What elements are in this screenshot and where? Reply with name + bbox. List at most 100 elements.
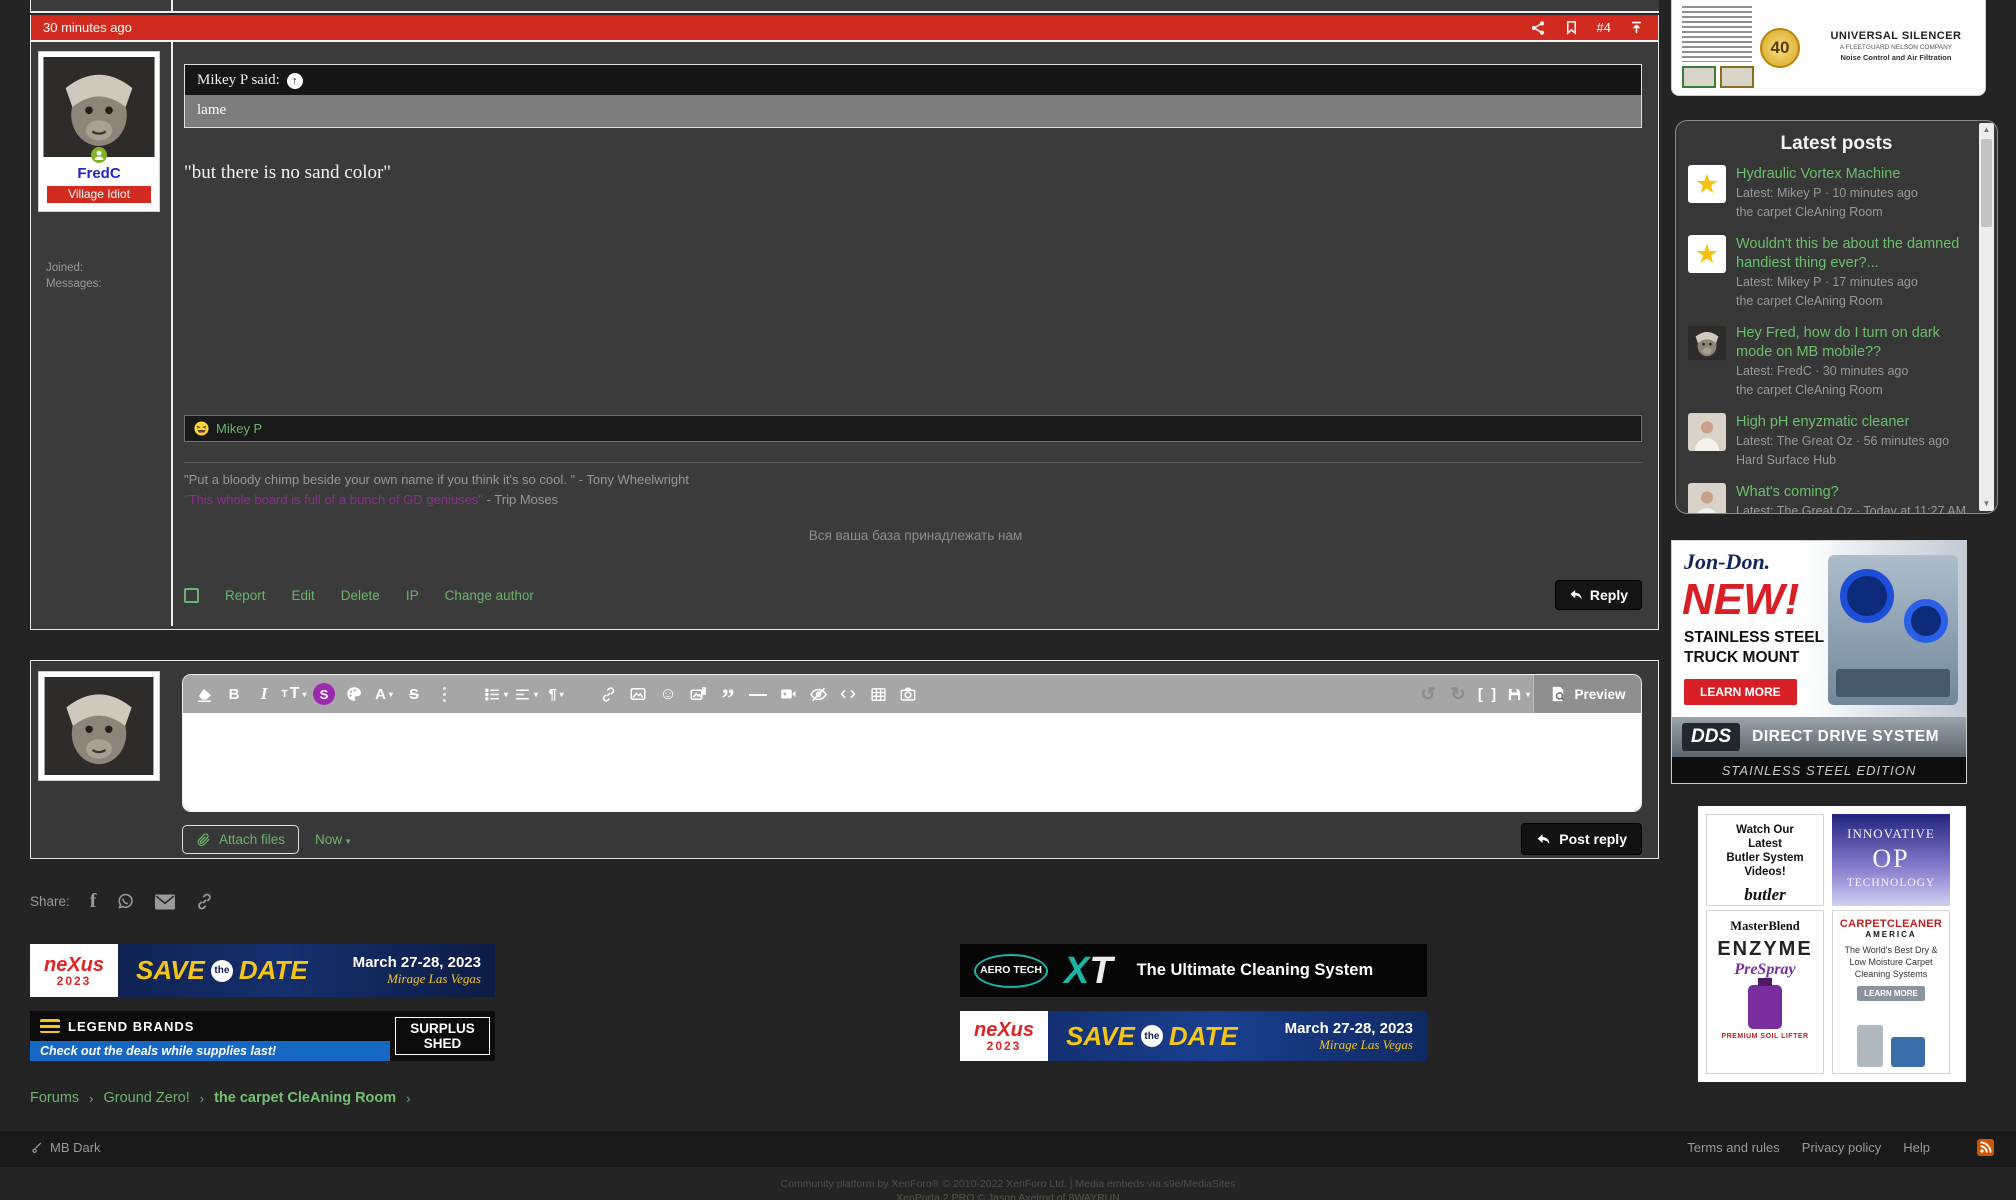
- insert-media-icon[interactable]: [683, 679, 713, 709]
- insert-emoji-icon[interactable]: ☺: [653, 679, 683, 709]
- bold-icon[interactable]: B: [219, 679, 249, 709]
- thread-link[interactable]: Hydraulic Vortex Machine: [1736, 165, 1918, 184]
- media-embed-icon[interactable]: [773, 679, 803, 709]
- alignment-icon[interactable]: ▾: [511, 679, 541, 709]
- laugh-reaction-icon: [194, 421, 209, 436]
- drafts-icon[interactable]: ▾: [1503, 679, 1533, 709]
- thread-link[interactable]: Hey Fred, how do I turn on dark mode on …: [1736, 324, 1971, 362]
- reply-icon: [1569, 588, 1583, 602]
- thread-link[interactable]: Wouldn't this be about the damned handie…: [1736, 235, 1971, 273]
- insert-link-icon[interactable]: [593, 679, 623, 709]
- sticky-star-icon: ★: [1688, 165, 1726, 203]
- undo-icon[interactable]: ↺: [1413, 679, 1443, 709]
- text-size-icon[interactable]: TT▾: [279, 679, 309, 709]
- insert-image-icon[interactable]: [623, 679, 653, 709]
- style-chooser[interactable]: MB Dark: [30, 1140, 101, 1155]
- post-footer-note: Вся ваша база принадлежать нам: [173, 528, 1658, 543]
- quote-attribution: Mikey P said:: [197, 72, 280, 89]
- text-color-icon[interactable]: [339, 679, 369, 709]
- breadcrumb-ground-zero[interactable]: Ground Zero!: [104, 1090, 190, 1106]
- learn-more-button[interactable]: LEARN MORE: [1684, 679, 1797, 705]
- editor-input[interactable]: [183, 713, 1641, 811]
- ad-universal-silencer[interactable]: 40 UNIVERSAL SILENCER A FLEETGUARD NELSO…: [1671, 0, 1986, 96]
- latest-posts-scrollbar[interactable]: ▲ ▼: [1979, 123, 1994, 511]
- signature-link[interactable]: "This whole board is full of a bunch of …: [184, 492, 483, 507]
- learn-more-button[interactable]: LEARN MORE: [1857, 986, 1925, 1001]
- breadcrumb-current-forum[interactable]: the carpet CleAning Room: [214, 1090, 396, 1106]
- camera-icon[interactable]: [893, 679, 923, 709]
- report-link[interactable]: Report: [225, 588, 266, 603]
- ad-jondon-truck-mount[interactable]: Jon-Don. NEW! STAINLESS STEEL TRUCK MOUN…: [1671, 540, 1967, 784]
- signature-line-1: "Put a bloody chimp beside your own name…: [184, 470, 1642, 490]
- redo-icon[interactable]: ↻: [1443, 679, 1473, 709]
- link-icon[interactable]: [195, 892, 214, 911]
- edit-link[interactable]: Edit: [292, 588, 315, 603]
- paragraph-format-icon[interactable]: ¶▾: [541, 679, 571, 709]
- current-user-avatar[interactable]: [43, 677, 155, 775]
- more-options-icon[interactable]: [429, 679, 459, 709]
- chevron-right-icon: ›: [200, 1091, 204, 1106]
- ad-carpet-cleaner-america[interactable]: CARPETCLEANER AMERICA The World's Best D…: [1832, 910, 1950, 1074]
- breadcrumb: Forums › Ground Zero! › the carpet CleAn…: [30, 1090, 411, 1106]
- preview-button[interactable]: Preview: [1533, 675, 1641, 713]
- pin-top-icon[interactable]: [1629, 20, 1644, 35]
- horizontal-rule-icon[interactable]: —: [743, 679, 773, 709]
- ad-nexus-save-the-date-2[interactable]: neXus2023 SAVEtheDATE March 27-28, 2023M…: [960, 1011, 1427, 1061]
- spoiler-icon[interactable]: [803, 679, 833, 709]
- font-family-icon[interactable]: A▾: [369, 679, 399, 709]
- joined-label: Joined:: [46, 260, 102, 276]
- reaction-user[interactable]: Mikey P: [216, 421, 262, 436]
- post-header: 30 minutes ago #4: [31, 15, 1658, 42]
- scrollbar-thumb[interactable]: [1981, 139, 1992, 227]
- special-style-icon[interactable]: S: [309, 679, 339, 709]
- remove-format-icon[interactable]: [189, 679, 219, 709]
- email-icon[interactable]: [155, 894, 175, 910]
- post-content: Mikey P said: ↑ lame "but there is no sa…: [171, 42, 1658, 626]
- post-reply-button[interactable]: Post reply: [1521, 823, 1642, 855]
- insert-quote-icon[interactable]: ”: [713, 679, 743, 709]
- insert-table-icon[interactable]: [863, 679, 893, 709]
- breadcrumb-forums[interactable]: Forums: [30, 1090, 79, 1106]
- change-author-link[interactable]: Change author: [445, 588, 534, 603]
- ad-nexus-save-the-date-1[interactable]: neXus2023 SAVEtheDATE March 27-28, 2023M…: [30, 944, 495, 997]
- whatsapp-icon[interactable]: [116, 892, 135, 911]
- post-number-link[interactable]: #4: [1597, 20, 1611, 35]
- author-avatar[interactable]: [43, 57, 155, 157]
- ad-masterblend-enzyme[interactable]: MasterBlend ENZYME PreSpray PREMIUM SOIL…: [1706, 910, 1824, 1074]
- scroll-down-icon[interactable]: ▼: [1979, 497, 1994, 511]
- ad-innovative-op-technology[interactable]: INNOVATIVE OP TECHNOLOGY: [1832, 814, 1950, 906]
- nexus-logo: neXus2023: [30, 944, 118, 997]
- reply-button[interactable]: Reply: [1555, 580, 1642, 610]
- bb-code-icon[interactable]: [ ]: [1473, 679, 1503, 709]
- share-icon[interactable]: [1530, 20, 1546, 36]
- select-post-checkbox[interactable]: [184, 588, 199, 603]
- post-timestamp[interactable]: 30 minutes ago: [43, 20, 132, 35]
- ad-butler-videos[interactable]: Watch Our Latest Butler System Videos! b…: [1706, 814, 1824, 906]
- anniversary-badge: 40: [1760, 28, 1800, 68]
- go-to-quoted-post-icon[interactable]: ↑: [287, 73, 303, 89]
- reactions-bar[interactable]: Mikey P: [184, 415, 1642, 442]
- quote-block[interactable]: Mikey P said: ↑ lame: [184, 64, 1642, 128]
- strikethrough-icon[interactable]: S: [399, 679, 429, 709]
- user-avatar: [1688, 324, 1726, 362]
- attach-files-button[interactable]: Attach files: [182, 825, 299, 854]
- nexus-logo: neXus2023: [960, 1011, 1048, 1061]
- list-icon[interactable]: ▾: [481, 679, 511, 709]
- aerotech-logo: AERO TECH: [974, 954, 1048, 988]
- code-icon[interactable]: [833, 679, 863, 709]
- ip-link[interactable]: IP: [406, 588, 419, 603]
- thread-link[interactable]: High pH enyzmatic cleaner: [1736, 413, 1949, 432]
- ad-legend-brands-surplus-shed[interactable]: LEGEND BRANDS Check out the deals while …: [30, 1011, 495, 1061]
- thread-link[interactable]: What's coming?: [1736, 483, 1966, 502]
- user-avatar: [1688, 413, 1726, 451]
- italic-icon[interactable]: I: [249, 679, 279, 709]
- schedule-dropdown[interactable]: Now ▾: [315, 832, 350, 847]
- brush-icon: [30, 1141, 43, 1154]
- author-name[interactable]: FredC: [43, 165, 155, 182]
- bookmark-icon[interactable]: [1564, 20, 1579, 35]
- facebook-icon[interactable]: f: [90, 890, 97, 913]
- ad-aerotech-xt[interactable]: AERO TECH XT The Ultimate Cleaning Syste…: [960, 944, 1427, 997]
- latest-post-item: High pH enyzmatic cleaner Latest: The Gr…: [1688, 413, 1971, 470]
- delete-link[interactable]: Delete: [341, 588, 380, 603]
- scroll-up-icon[interactable]: ▲: [1979, 123, 1994, 137]
